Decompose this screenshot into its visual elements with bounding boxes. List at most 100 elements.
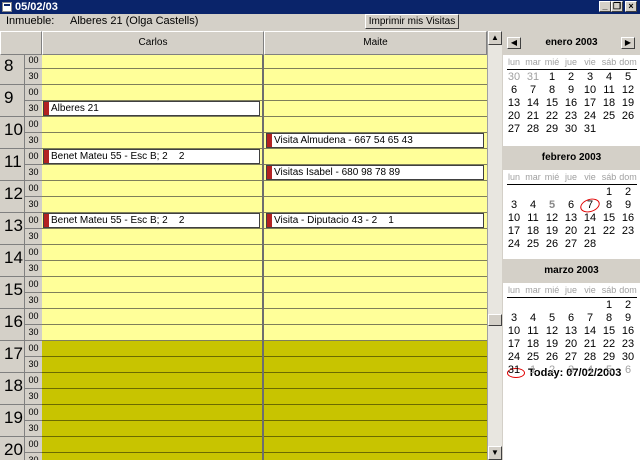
calendar-day[interactable]: 5 [543, 199, 561, 212]
time-slot[interactable] [264, 373, 487, 389]
calendar-day[interactable]: 27 [562, 351, 580, 364]
calendar-day[interactable]: 5 [543, 312, 561, 325]
calendar-day[interactable]: 20 [562, 225, 580, 238]
calendar-day[interactable]: 16 [562, 97, 580, 110]
calendar-day[interactable]: 31 [581, 123, 599, 136]
time-slot[interactable] [42, 405, 262, 421]
time-slot[interactable] [264, 325, 487, 341]
time-slot[interactable] [42, 341, 262, 357]
calendar-day[interactable]: 14 [524, 97, 542, 110]
calendar-day[interactable]: 4 [581, 364, 599, 377]
calendar-day[interactable]: 3 [581, 71, 599, 84]
time-slot[interactable] [264, 389, 487, 405]
calendar-day[interactable]: 6 [562, 199, 580, 212]
calendar-day[interactable]: 18 [524, 338, 542, 351]
prev-month-button[interactable]: ◀ [507, 37, 521, 49]
next-month-button[interactable]: ▶ [621, 37, 635, 49]
calendar-day[interactable]: 12 [619, 84, 637, 97]
time-slot[interactable] [264, 437, 487, 453]
appointment-maite-diputacio[interactable]: Visita - Diputacio 43 - 2 1 [266, 213, 484, 228]
time-slot[interactable] [42, 229, 262, 245]
calendar-day[interactable]: 4 [524, 312, 542, 325]
calendar-day[interactable]: 22 [600, 338, 618, 351]
time-slot[interactable] [264, 69, 487, 85]
calendar-day[interactable]: 11 [524, 325, 542, 338]
calendar-day[interactable]: 19 [543, 338, 561, 351]
time-slot[interactable] [42, 373, 262, 389]
calendar-day[interactable]: 27 [505, 123, 523, 136]
calendar-day[interactable]: 18 [524, 225, 542, 238]
calendar-day[interactable]: 9 [619, 312, 637, 325]
calendar-day[interactable]: 31 [524, 71, 542, 84]
time-slot[interactable] [264, 149, 487, 165]
calendar-day[interactable]: 26 [543, 351, 561, 364]
time-slot[interactable] [42, 309, 262, 325]
calendar-day[interactable]: 7 [524, 84, 542, 97]
calendar-day[interactable]: 30 [562, 123, 580, 136]
calendar-day[interactable]: 1 [600, 299, 618, 312]
calendar-day[interactable]: 4 [600, 71, 618, 84]
calendar-day[interactable]: 18 [600, 97, 618, 110]
calendar-day[interactable]: 24 [581, 110, 599, 123]
calendar-day[interactable]: 28 [524, 123, 542, 136]
calendar-day[interactable]: 3 [562, 364, 580, 377]
time-slot[interactable] [264, 85, 487, 101]
calendar-day[interactable]: 10 [581, 84, 599, 97]
time-slot[interactable] [264, 357, 487, 373]
appointment-carlos-alberes[interactable]: Alberes 21 [43, 101, 260, 116]
calendar-day[interactable]: 22 [600, 225, 618, 238]
time-slot[interactable] [264, 181, 487, 197]
time-slot[interactable] [264, 245, 487, 261]
time-slot[interactable] [264, 293, 487, 309]
time-slot[interactable] [42, 389, 262, 405]
calendar-day[interactable]: 25 [524, 238, 542, 251]
calendar-day[interactable]: 9 [619, 199, 637, 212]
appointment-maite-almudena[interactable]: Visita Almudena - 667 54 65 43 [266, 133, 484, 148]
calendar-day[interactable]: 2 [543, 364, 561, 377]
calendar-day[interactable]: 13 [505, 97, 523, 110]
time-slot[interactable] [264, 421, 487, 437]
time-slot[interactable] [264, 117, 487, 133]
calendar-day[interactable]: 16 [619, 212, 637, 225]
calendar-day[interactable]: 12 [543, 325, 561, 338]
calendar-day[interactable]: 23 [619, 225, 637, 238]
calendar-day[interactable]: 17 [581, 97, 599, 110]
restore-button[interactable]: ❐ [611, 1, 623, 12]
calendar-day[interactable]: 8 [600, 199, 618, 212]
time-slot[interactable] [264, 55, 487, 69]
calendar-day[interactable]: 2 [619, 186, 637, 199]
calendar-day[interactable]: 29 [543, 123, 561, 136]
calendar-day[interactable]: 6 [505, 84, 523, 97]
time-slot[interactable] [264, 101, 487, 117]
calendar-day[interactable]: 16 [619, 325, 637, 338]
close-button[interactable]: × [625, 1, 637, 12]
time-slot[interactable] [42, 437, 262, 453]
calendar-day[interactable]: 15 [600, 325, 618, 338]
time-slot[interactable] [42, 69, 262, 85]
calendar-day[interactable]: 6 [562, 312, 580, 325]
time-slot[interactable] [42, 85, 262, 101]
calendar-day[interactable]: 1 [543, 71, 561, 84]
appointment-carlos-benet-2[interactable]: Benet Mateu 55 - Esc B; 2 2 [43, 213, 260, 228]
calendar-day[interactable]: 3 [505, 199, 523, 212]
time-slot[interactable] [264, 405, 487, 421]
time-slot[interactable] [42, 133, 262, 149]
vertical-scrollbar[interactable]: ▲ ▼ [487, 31, 502, 460]
time-slot[interactable] [264, 197, 487, 213]
calendar-day[interactable]: 10 [505, 212, 523, 225]
calendar-day[interactable]: 3 [505, 312, 523, 325]
time-slot[interactable] [42, 277, 262, 293]
calendar-day[interactable]: 31 [505, 364, 523, 377]
time-slot[interactable] [42, 421, 262, 437]
calendar-day[interactable]: 14 [581, 325, 599, 338]
calendar-day[interactable]: 11 [600, 84, 618, 97]
calendar-day[interactable]: 24 [505, 351, 523, 364]
calendar-day[interactable]: 17 [505, 225, 523, 238]
calendar-day[interactable]: 25 [524, 351, 542, 364]
calendar-day[interactable]: 23 [619, 338, 637, 351]
calendar-day[interactable]: 1 [600, 186, 618, 199]
calendar-day[interactable]: 26 [619, 110, 637, 123]
calendar-day[interactable]: 21 [581, 338, 599, 351]
calendar-day[interactable]: 30 [619, 351, 637, 364]
time-slot[interactable] [264, 277, 487, 293]
